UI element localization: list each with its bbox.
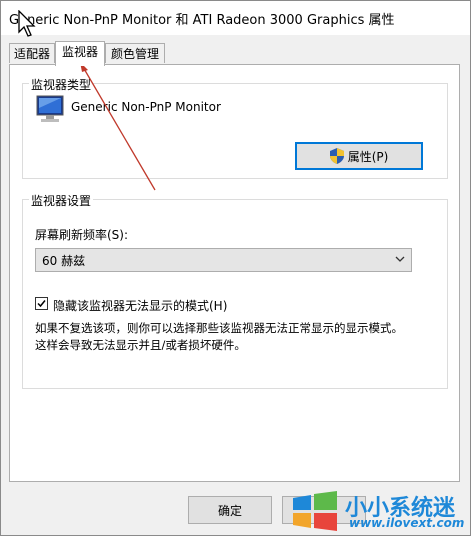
- windows-logo-icon: [293, 491, 337, 531]
- monitor-properties-button[interactable]: 属性(P): [295, 142, 423, 170]
- checkmark-icon: [37, 300, 46, 308]
- monitor-type-group-title: 监视器类型: [29, 76, 94, 93]
- monitor-properties-label: 属性(P): [347, 149, 389, 164]
- watermark-url: www.ilovext.com: [349, 516, 465, 530]
- site-watermark: 小小系统迷 www.ilovext.com: [285, 488, 465, 534]
- refresh-rate-value: 60 赫兹: [42, 254, 86, 268]
- monitor-type-group: 监视器类型 Generic Non-PnP Monitor 属性(P): [22, 76, 448, 179]
- description-line-2: 这样会导致无法显示并且/或者损坏硬件。: [35, 338, 246, 352]
- tab-adapter[interactable]: 适配器: [9, 43, 55, 63]
- hide-modes-label[interactable]: 隐藏该监视器无法显示的模式(H): [53, 297, 227, 314]
- refresh-rate-select[interactable]: 60 赫兹: [35, 248, 412, 272]
- title-bar[interactable]: Generic Non-PnP Monitor 和 ATI Radeon 300…: [1, 1, 470, 35]
- window-title: Generic Non-PnP Monitor 和 ATI Radeon 300…: [9, 13, 395, 28]
- mouse-cursor-icon: [18, 10, 36, 37]
- monitor-settings-group-title: 监视器设置: [29, 192, 94, 209]
- monitor-name: Generic Non-PnP Monitor: [71, 100, 221, 114]
- tab-monitor[interactable]: 监视器: [55, 41, 105, 66]
- tab-color-management[interactable]: 颜色管理: [105, 43, 165, 63]
- monitor-settings-group: 监视器设置 屏幕刷新频率(S): 60 赫兹 隐藏该监视器无法显示的模式(H) …: [22, 192, 448, 389]
- hide-modes-description: 如果不复选该项，则你可以选择那些该监视器无法正常显示的显示模式。 这样会导致无法…: [35, 320, 440, 354]
- properties-dialog: Generic Non-PnP Monitor 和 ATI Radeon 300…: [0, 0, 471, 536]
- description-line-1: 如果不复选该项，则你可以选择那些该监视器无法正常显示的显示模式。: [35, 321, 403, 335]
- monitor-tab-panel: 监视器类型 Generic Non-PnP Monitor 属性(P) 监视器设…: [9, 64, 460, 482]
- chevron-down-icon: [395, 256, 405, 262]
- uac-shield-icon: [329, 147, 344, 164]
- refresh-rate-label: 屏幕刷新频率(S):: [35, 228, 129, 242]
- hide-modes-checkbox[interactable]: [35, 297, 48, 310]
- ok-button[interactable]: 确定: [188, 496, 272, 524]
- monitor-icon: [36, 95, 64, 122]
